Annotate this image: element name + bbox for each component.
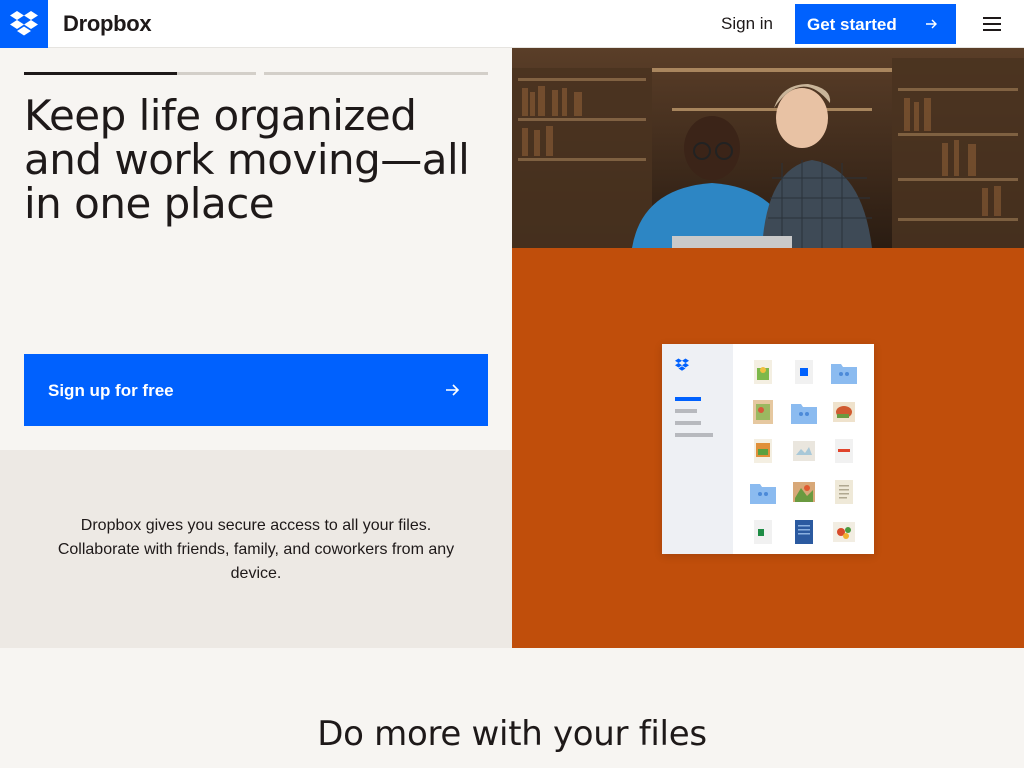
image-file-icon: [754, 439, 772, 463]
hamburger-menu-icon[interactable]: [982, 14, 1002, 34]
image-file-icon: [754, 360, 772, 384]
app-sidebar: [662, 344, 733, 554]
document-file-icon: [835, 480, 853, 504]
sidebar-line: [675, 409, 697, 413]
get-started-label: Get started: [807, 15, 897, 34]
dropbox-logo-icon[interactable]: [0, 0, 48, 48]
dropbox-logo-icon: [675, 358, 689, 371]
image-file-icon: [833, 402, 855, 422]
hero-description: Dropbox gives you secure access to all y…: [57, 517, 455, 582]
hero-photo: [512, 48, 1024, 248]
app-preview-panel: [512, 248, 1024, 648]
carousel-progress-fill: [24, 72, 177, 75]
image-file-icon: [833, 522, 855, 542]
carousel-progress-1[interactable]: [24, 72, 256, 75]
hero-headline: Keep life organized and work moving—all …: [24, 91, 470, 228]
image-file-icon: [793, 441, 815, 461]
description-panel: Dropbox gives you secure access to all y…: [0, 450, 512, 648]
app-preview-window: [662, 344, 874, 554]
sign-in-link[interactable]: Sign in: [721, 14, 773, 34]
sidebar-line: [675, 397, 701, 401]
document-file-icon: [795, 360, 813, 384]
sign-up-label: Sign up for free: [48, 381, 174, 400]
image-file-icon: [793, 482, 815, 502]
image-file-icon: [753, 400, 773, 424]
hero-section: Keep life organized and work moving—all …: [0, 48, 512, 450]
shared-folder-icon: [791, 404, 817, 424]
arrow-right-icon: [446, 384, 460, 396]
sidebar-line: [675, 421, 701, 425]
section-title: Do more with your files: [317, 714, 707, 754]
document-file-icon: [795, 520, 813, 544]
carousel-progress-2[interactable]: [264, 72, 488, 75]
get-started-button[interactable]: Get started: [795, 4, 956, 44]
brand-name[interactable]: Dropbox: [63, 11, 152, 37]
site-header: Dropbox Sign in Get started: [0, 0, 1024, 48]
sign-up-free-button[interactable]: Sign up for free: [24, 354, 488, 426]
sidebar-line: [675, 433, 713, 437]
arrow-right-icon: [926, 19, 937, 29]
shared-folder-icon: [831, 364, 857, 384]
spreadsheet-file-icon: [754, 520, 772, 544]
pdf-file-icon: [835, 439, 853, 463]
shared-folder-icon: [750, 484, 776, 504]
